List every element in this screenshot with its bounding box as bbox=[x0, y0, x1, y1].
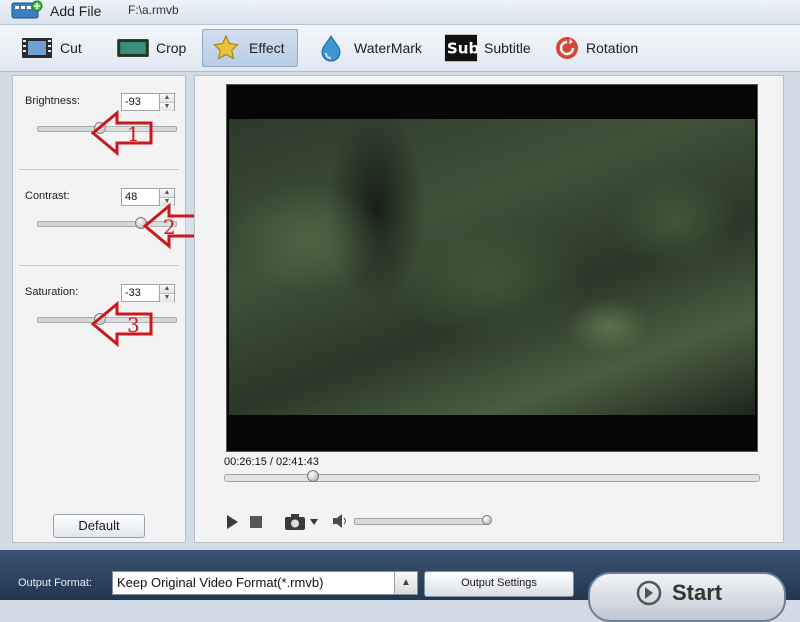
brightness-group: Brightness: -93 ▲ ▼ 1 bbox=[13, 76, 185, 168]
snapshot-button[interactable] bbox=[284, 513, 320, 534]
svg-text:2: 2 bbox=[163, 215, 176, 239]
default-button[interactable]: Default bbox=[53, 514, 145, 538]
camera-icon bbox=[285, 514, 318, 530]
tab-watermark-label: WaterMark bbox=[354, 40, 422, 56]
tab-effect-label: Effect bbox=[249, 40, 285, 56]
stop-button[interactable] bbox=[250, 516, 262, 531]
brightness-up-arrow[interactable]: ▲ bbox=[160, 94, 174, 102]
saturation-label: Saturation: bbox=[25, 286, 79, 298]
star-icon bbox=[209, 34, 243, 62]
tab-effect[interactable]: Effect bbox=[202, 29, 298, 67]
tab-watermark[interactable]: WaterMark bbox=[308, 29, 428, 67]
add-file-icon bbox=[10, 0, 44, 23]
start-arrow-icon bbox=[636, 580, 662, 606]
output-format-value[interactable]: Keep Original Video Format(*.rmvb) bbox=[113, 572, 394, 594]
water-drop-icon bbox=[314, 34, 348, 62]
timecode-text: 00:26:15 / 02:41:43 bbox=[224, 456, 319, 468]
svg-text:3: 3 bbox=[127, 313, 140, 337]
tab-cut[interactable]: Cut bbox=[14, 29, 88, 67]
film-icon bbox=[20, 34, 54, 62]
brightness-down-arrow[interactable]: ▼ bbox=[160, 102, 174, 111]
seek-bar[interactable] bbox=[224, 470, 760, 482]
screen-icon bbox=[116, 34, 150, 62]
brightness-value[interactable]: -93 bbox=[122, 94, 159, 110]
video-frame-image bbox=[229, 119, 755, 415]
contrast-label: Contrast: bbox=[25, 190, 70, 202]
start-button-label: Start bbox=[672, 580, 723, 605]
brightness-label: Brightness: bbox=[25, 95, 81, 107]
annotation-arrow-3: 3 bbox=[91, 301, 153, 347]
tab-subtitle-label: Subtitle bbox=[484, 40, 531, 56]
tab-cut-label: Cut bbox=[60, 40, 82, 56]
saturation-spinbox[interactable]: -33 ▲ ▼ bbox=[121, 284, 175, 302]
sub-icon: Sub bbox=[444, 34, 478, 62]
tab-rotation[interactable]: Rotation bbox=[548, 29, 644, 67]
effect-settings-panel: Brightness: -93 ▲ ▼ 1 Contrast: 48 ▲ ▼ 2 S… bbox=[12, 75, 205, 543]
volume-slider[interactable] bbox=[354, 515, 493, 525]
divider bbox=[19, 169, 179, 170]
divider bbox=[19, 265, 179, 266]
play-button[interactable] bbox=[224, 514, 240, 533]
tab-crop-label: Crop bbox=[156, 40, 187, 56]
saturation-value[interactable]: -33 bbox=[122, 285, 159, 301]
contrast-group: Contrast: 48 ▲ ▼ 2 bbox=[13, 171, 205, 263]
saturation-up-arrow[interactable]: ▲ bbox=[160, 285, 174, 293]
top-toolbar bbox=[0, 0, 800, 25]
play-icon bbox=[227, 515, 238, 529]
start-button[interactable]: Start bbox=[588, 572, 786, 622]
svg-text:1: 1 bbox=[127, 122, 140, 146]
video-preview[interactable] bbox=[226, 84, 758, 452]
saturation-down-arrow[interactable]: ▼ bbox=[160, 293, 174, 302]
rotation-icon bbox=[554, 34, 580, 62]
tab-subtitle[interactable]: Sub Subtitle bbox=[438, 29, 537, 67]
speaker-icon bbox=[333, 514, 346, 528]
dropdown-arrow-icon[interactable]: ▲ bbox=[394, 572, 417, 594]
svg-text:Sub: Sub bbox=[447, 40, 478, 58]
file-path-text: F:\a.rmvb bbox=[128, 3, 179, 17]
brightness-spinbox[interactable]: -93 ▲ ▼ bbox=[121, 93, 175, 111]
output-format-select[interactable]: Keep Original Video Format(*.rmvb) ▲ bbox=[112, 571, 418, 595]
output-format-label: Output Format: bbox=[18, 577, 92, 589]
seek-bar-thumb[interactable] bbox=[306, 470, 319, 482]
add-file-button[interactable]: Add File bbox=[10, 0, 101, 22]
annotation-arrow-1: 1 bbox=[91, 110, 153, 156]
tab-crop[interactable]: Crop bbox=[110, 29, 192, 67]
feature-tab-bar: Cut Crop Effect WaterMark Sub Subtitle R… bbox=[0, 25, 800, 72]
tab-rotation-label: Rotation bbox=[586, 40, 639, 56]
output-settings-button[interactable]: Output Settings bbox=[424, 571, 574, 597]
mute-button[interactable] bbox=[332, 514, 348, 531]
stop-icon bbox=[250, 516, 262, 528]
saturation-group: Saturation: -33 ▲ ▼ 3 bbox=[13, 267, 185, 359]
contrast-up-arrow[interactable]: ▲ bbox=[160, 189, 174, 197]
add-file-label: Add File bbox=[50, 3, 102, 19]
